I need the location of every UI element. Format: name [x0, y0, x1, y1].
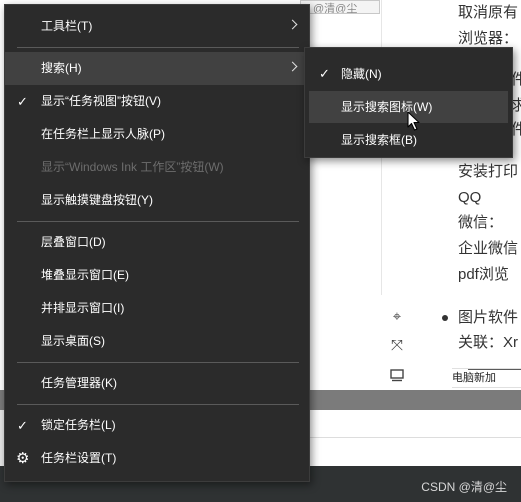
- menu-item-label: 并排显示窗口(I): [41, 301, 125, 315]
- menu-item-label: 任务栏设置(T): [41, 451, 117, 465]
- menu-item-label: 显示触摸键盘按钮(Y): [41, 193, 153, 207]
- menu-item-label: 显示桌面(S): [41, 334, 105, 348]
- chevron-right-icon: [287, 61, 298, 72]
- menu-item-label: 显示“任务视图”按钮(V): [41, 94, 161, 108]
- menu-item-show-touch-keyboard[interactable]: 显示触摸键盘按钮(Y): [5, 184, 309, 217]
- background-window-tab: @清@尘: [300, 0, 380, 14]
- search-submenu: ✓ 隐藏(N) 显示搜索图标(W) 显示搜索框(B): [304, 47, 513, 158]
- menu-divider: [17, 47, 299, 48]
- menu-item-label: 任务管理器(K): [41, 376, 117, 390]
- doc-line: 取消原有: [458, 4, 519, 21]
- menu-item-show-ink: 显示“Windows Ink 工作区”按钮(W): [5, 151, 309, 184]
- doc-line: 图片软件: [458, 309, 519, 326]
- menu-item-label: 搜索(H): [41, 61, 82, 75]
- menu-item-task-manager[interactable]: 任务管理器(K): [5, 367, 309, 400]
- move-icon[interactable]: ⤧: [389, 338, 405, 354]
- menu-divider: [17, 221, 299, 222]
- breadcrumb-separator: ›: [468, 369, 521, 384]
- target-icon[interactable]: ⌖: [389, 309, 405, 325]
- monitor-icon[interactable]: [389, 367, 405, 383]
- mouse-cursor-icon: [407, 111, 420, 131]
- checkmark-icon: ✓: [17, 94, 28, 109]
- menu-item-lock-taskbar[interactable]: ✓ 锁定任务栏(L): [5, 409, 309, 442]
- doc-line: 安装打印: [458, 163, 519, 180]
- chevron-right-icon: [287, 19, 298, 30]
- menu-item-stacked[interactable]: 堆叠显示窗口(E): [5, 259, 309, 292]
- doc-line: pdf浏览: [458, 266, 509, 283]
- doc-line: 浏览器：: [458, 30, 519, 47]
- breadcrumb: 电脑 › 新加: [452, 368, 521, 388]
- doc-line: QQ: [458, 189, 482, 206]
- menu-item-side-by-side[interactable]: 并排显示窗口(I): [5, 292, 309, 325]
- menu-item-label: 层叠窗口(D): [41, 235, 106, 249]
- checkmark-icon: ✓: [17, 418, 28, 433]
- submenu-item-label: 隐藏(N): [341, 67, 382, 81]
- breadcrumb-item[interactable]: 新加: [474, 372, 496, 384]
- menu-item-show-people[interactable]: 在任务栏上显示人脉(P): [5, 118, 309, 151]
- list-bullet: [442, 315, 448, 321]
- menu-item-show-desktop[interactable]: 显示桌面(S): [5, 325, 309, 358]
- checkmark-icon: ✓: [319, 66, 330, 81]
- menu-item-label: 锁定任务栏(L): [41, 418, 116, 432]
- gear-icon: ⚙: [16, 450, 30, 467]
- submenu-item-hidden[interactable]: ✓ 隐藏(N): [309, 58, 508, 90]
- menu-item-taskbar-settings[interactable]: ⚙ 任务栏设置(T): [5, 442, 309, 475]
- doc-line: 微信：: [458, 214, 504, 231]
- submenu-item-label: 显示搜索框(B): [341, 133, 417, 147]
- taskbar-context-menu: 工具栏(T) 搜索(H) ✓ 显示“任务视图”按钮(V) 在任务栏上显示人脉(P…: [4, 4, 310, 482]
- menu-divider: [17, 362, 299, 363]
- menu-divider: [17, 404, 299, 405]
- menu-item-label: 堆叠显示窗口(E): [41, 268, 129, 282]
- window-content-strip: [310, 410, 521, 438]
- menu-item-label: 在任务栏上显示人脉(P): [41, 127, 165, 141]
- doc-line: 企业微信: [458, 240, 519, 257]
- background-tab-text: @清@尘: [313, 3, 358, 14]
- doc-line: 关联：Xr: [458, 334, 519, 351]
- menu-item-toolbars[interactable]: 工具栏(T): [5, 10, 309, 43]
- menu-item-label: 工具栏(T): [41, 19, 93, 33]
- watermark: CSDN @清@尘: [421, 480, 507, 494]
- menu-item-cascade[interactable]: 层叠窗口(D): [5, 226, 309, 259]
- menu-item-label: 显示“Windows Ink 工作区”按钮(W): [41, 160, 224, 174]
- menu-item-search[interactable]: 搜索(H): [5, 52, 309, 85]
- menu-item-show-task-view[interactable]: ✓ 显示“任务视图”按钮(V): [5, 85, 309, 118]
